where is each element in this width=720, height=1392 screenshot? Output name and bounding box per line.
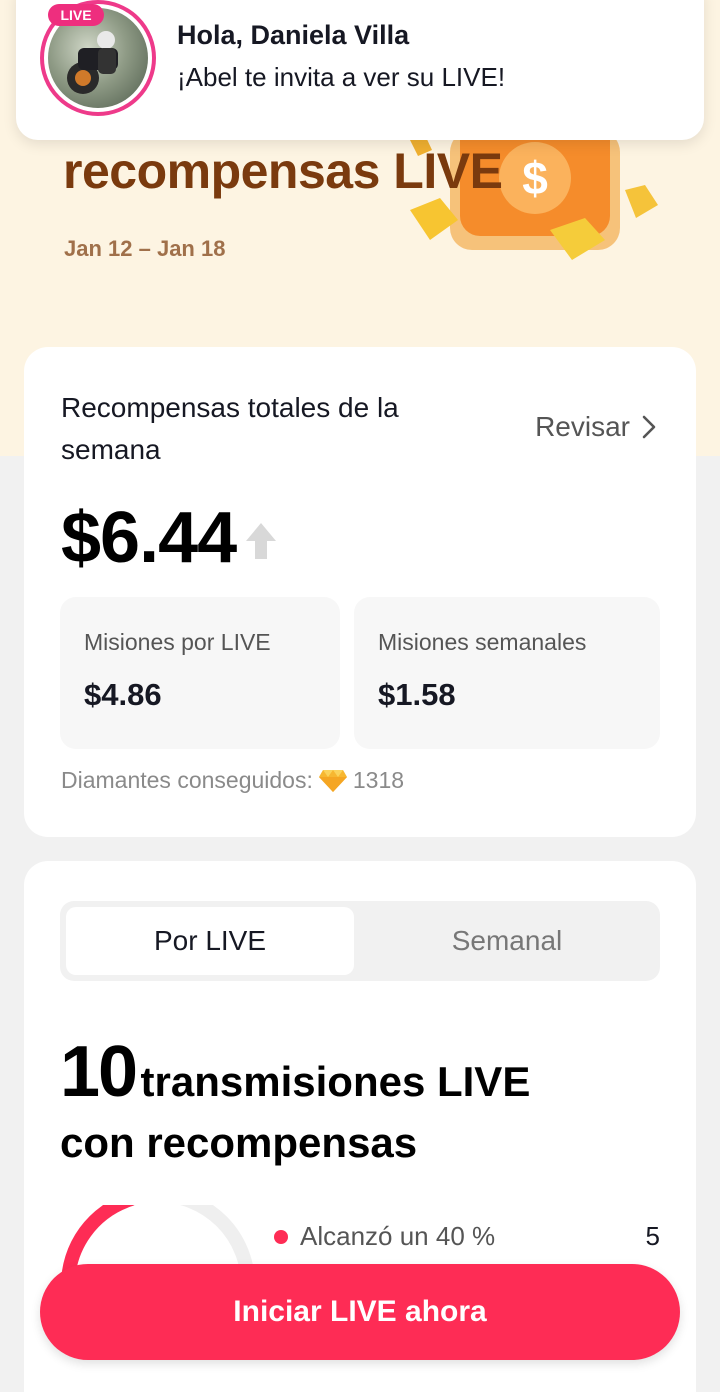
total-amount: $6.44 (61, 497, 277, 579)
notification-message: ¡Abel te invita a ver su LIVE! (177, 62, 506, 92)
review-link[interactable]: Revisar (535, 411, 656, 443)
review-label: Revisar (535, 411, 630, 442)
live-missions-value: $4.86 (84, 677, 162, 712)
live-invite-notification[interactable]: LIVE Hola, Daniela Villa ¡Abel te invita… (16, 0, 704, 140)
chevron-right-icon (642, 415, 656, 439)
diamonds-value: 1318 (352, 767, 405, 793)
notification-title: Hola, Daniela Villa (177, 20, 410, 50)
weekly-rewards-card: Recompensas totales de la semana Revisar… (24, 347, 696, 837)
diamonds-earned: Diamantes conseguidos: 1318 (61, 767, 404, 794)
headline-line2: con recompensas (60, 1119, 418, 1166)
tab-semanal[interactable]: Semanal (360, 907, 654, 975)
missions-headline: 10 transmisiones LIVE con recompensas (60, 1031, 660, 1167)
legend-dot (274, 1229, 288, 1244)
headline-text: transmisiones LIVE (140, 1058, 531, 1105)
live-count: 10 (60, 1032, 138, 1112)
tab-por-live[interactable]: Por LIVE (66, 907, 354, 975)
live-missions-label: Misiones por LIVE (84, 629, 271, 655)
legend-label: Alcanzó un 40 % (300, 1221, 496, 1251)
diamonds-label: Diamantes conseguidos: (61, 767, 313, 793)
diamond-icon (318, 769, 347, 792)
total-amount-value: $6.44 (61, 498, 237, 578)
weekly-missions-value: $1.58 (378, 677, 456, 712)
live-missions-box: Misiones por LIVE $4.86 (60, 597, 340, 749)
date-range: Jan 12 – Jan 18 (64, 236, 226, 261)
hero-title: recompensas LIVE (63, 143, 503, 199)
weekly-missions-box: Misiones semanales $1.58 (354, 597, 660, 749)
live-badge: LIVE (48, 4, 104, 26)
start-live-button[interactable]: Iniciar LIVE ahora (40, 1264, 680, 1360)
weekly-rewards-title: Recompensas totales de la semana (61, 392, 399, 465)
weekly-missions-label: Misiones semanales (378, 629, 587, 655)
svg-text:$: $ (522, 152, 548, 204)
progress-legend: Alcanzó un 40 % (274, 1221, 495, 1252)
mission-tabs: Por LIVE Semanal (60, 901, 660, 981)
legend-count: 5 (645, 1221, 660, 1251)
trend-up-icon (246, 523, 277, 559)
